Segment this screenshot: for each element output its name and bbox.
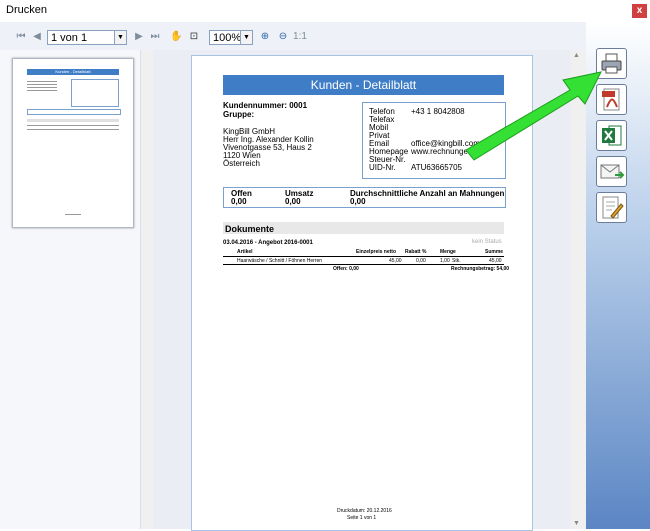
contact-value: +43 1 8042808 <box>411 107 465 116</box>
pdf-export-button[interactable] <box>596 84 627 115</box>
zoom-selector-value: 100% <box>213 32 242 44</box>
summary-value-open: 0,00 <box>231 197 247 206</box>
thumbnail-scrollbar[interactable] <box>140 50 153 529</box>
table-header-article: Artikel <box>237 249 253 255</box>
address-line: Österreich <box>223 159 260 168</box>
status-label: kein Status <box>472 239 502 245</box>
chevron-down-icon: ▼ <box>114 31 126 44</box>
documents-title: Dokumente <box>225 224 275 234</box>
page-number: Seite 1 von 1 <box>347 515 377 521</box>
zoom-in-icon[interactable]: ⊕ <box>259 31 271 43</box>
thumbnail-table-line <box>27 129 119 130</box>
hand-icon[interactable]: ✋ <box>170 31 182 43</box>
offer-line: 03.04.2016 - Angebot 2016-0001 <box>223 240 313 246</box>
zoom-ratio[interactable]: 1:1 <box>292 31 308 43</box>
zoom-out-icon[interactable]: ⊖ <box>277 31 289 43</box>
summary-value-reminders: 0,00 <box>350 197 366 206</box>
last-page-icon[interactable]: ⏭ <box>149 31 161 43</box>
contact-label: UID-Nr. <box>369 163 396 172</box>
scroll-up-icon[interactable]: ▲ <box>573 52 580 59</box>
table-divider <box>223 264 504 265</box>
open-total: Offen: 0,00 <box>333 266 359 272</box>
close-button[interactable]: x <box>632 4 647 18</box>
preview-scrollbar[interactable]: ▲ ▼ <box>570 50 586 529</box>
table-header-quantity: Menge <box>440 249 456 255</box>
chevron-down-icon: ▼ <box>240 31 252 44</box>
thumbnail-title: Kunden - Detailblatt <box>27 69 119 75</box>
table-header-sum: Summe <box>485 249 504 255</box>
prev-page-icon[interactable]: ◀ <box>31 31 43 43</box>
document-title: Kunden - Detailblatt <box>223 75 504 95</box>
page-selector[interactable]: 1 von 1 ▼ <box>47 30 127 45</box>
customer-number: Kundennummer: 0001 <box>223 101 308 110</box>
pdf-icon <box>602 88 620 111</box>
thumbnail-documents-band <box>27 119 119 122</box>
thumbnail-address-block <box>27 79 57 101</box>
excel-icon <box>602 125 622 146</box>
scroll-down-icon[interactable]: ▼ <box>573 520 580 527</box>
customer-group: Gruppe: <box>223 110 255 119</box>
title-bar <box>0 0 650 22</box>
select-icon[interactable]: ⊡ <box>188 31 200 43</box>
contact-value: ATU63665705 <box>411 163 462 172</box>
table-header-discount: Rabatt % <box>405 249 427 255</box>
action-panel <box>586 22 650 529</box>
edit-button[interactable] <box>596 192 627 223</box>
next-page-icon[interactable]: ▶ <box>133 31 145 43</box>
thumbnail-table-line <box>27 125 119 126</box>
page-thumbnail[interactable]: Kunden - Detailblatt <box>12 58 134 228</box>
edit-icon <box>602 196 624 219</box>
invoice-total: Rechnungsbetrag: 54,00 <box>451 266 510 272</box>
thumbnail-contact-box <box>71 79 119 107</box>
first-page-icon[interactable]: ⏮ <box>15 31 27 43</box>
print-button[interactable] <box>596 48 627 79</box>
table-header-unit-price: Einzelpreis netto <box>356 249 397 255</box>
preview-toolbar: ⏮ ◀ 1 von 1 ▼ ▶ ⏭ ✋ ⊡ 100% ▼ ⊕ ⊖ 1:1 <box>0 22 586 51</box>
thumbnail-summary-box <box>27 109 121 115</box>
thumbnail-footer <box>65 214 81 215</box>
contact-value: www.rechnungen.at <box>411 147 482 156</box>
page-selector-value: 1 von 1 <box>51 32 88 44</box>
summary-value-sales: 0,00 <box>285 197 301 206</box>
window-title: Drucken <box>6 4 47 16</box>
email-icon <box>600 164 625 179</box>
print-date: Druckdatum: 20.12.2016 <box>337 508 392 514</box>
table-divider <box>223 256 504 257</box>
excel-export-button[interactable] <box>596 120 627 151</box>
printer-icon <box>601 53 622 74</box>
summary-header-reminders: Durchschnittliche Anzahl an Mahnungen <box>350 189 505 198</box>
email-button[interactable] <box>596 156 627 187</box>
zoom-selector[interactable]: 100% ▼ <box>209 30 253 45</box>
